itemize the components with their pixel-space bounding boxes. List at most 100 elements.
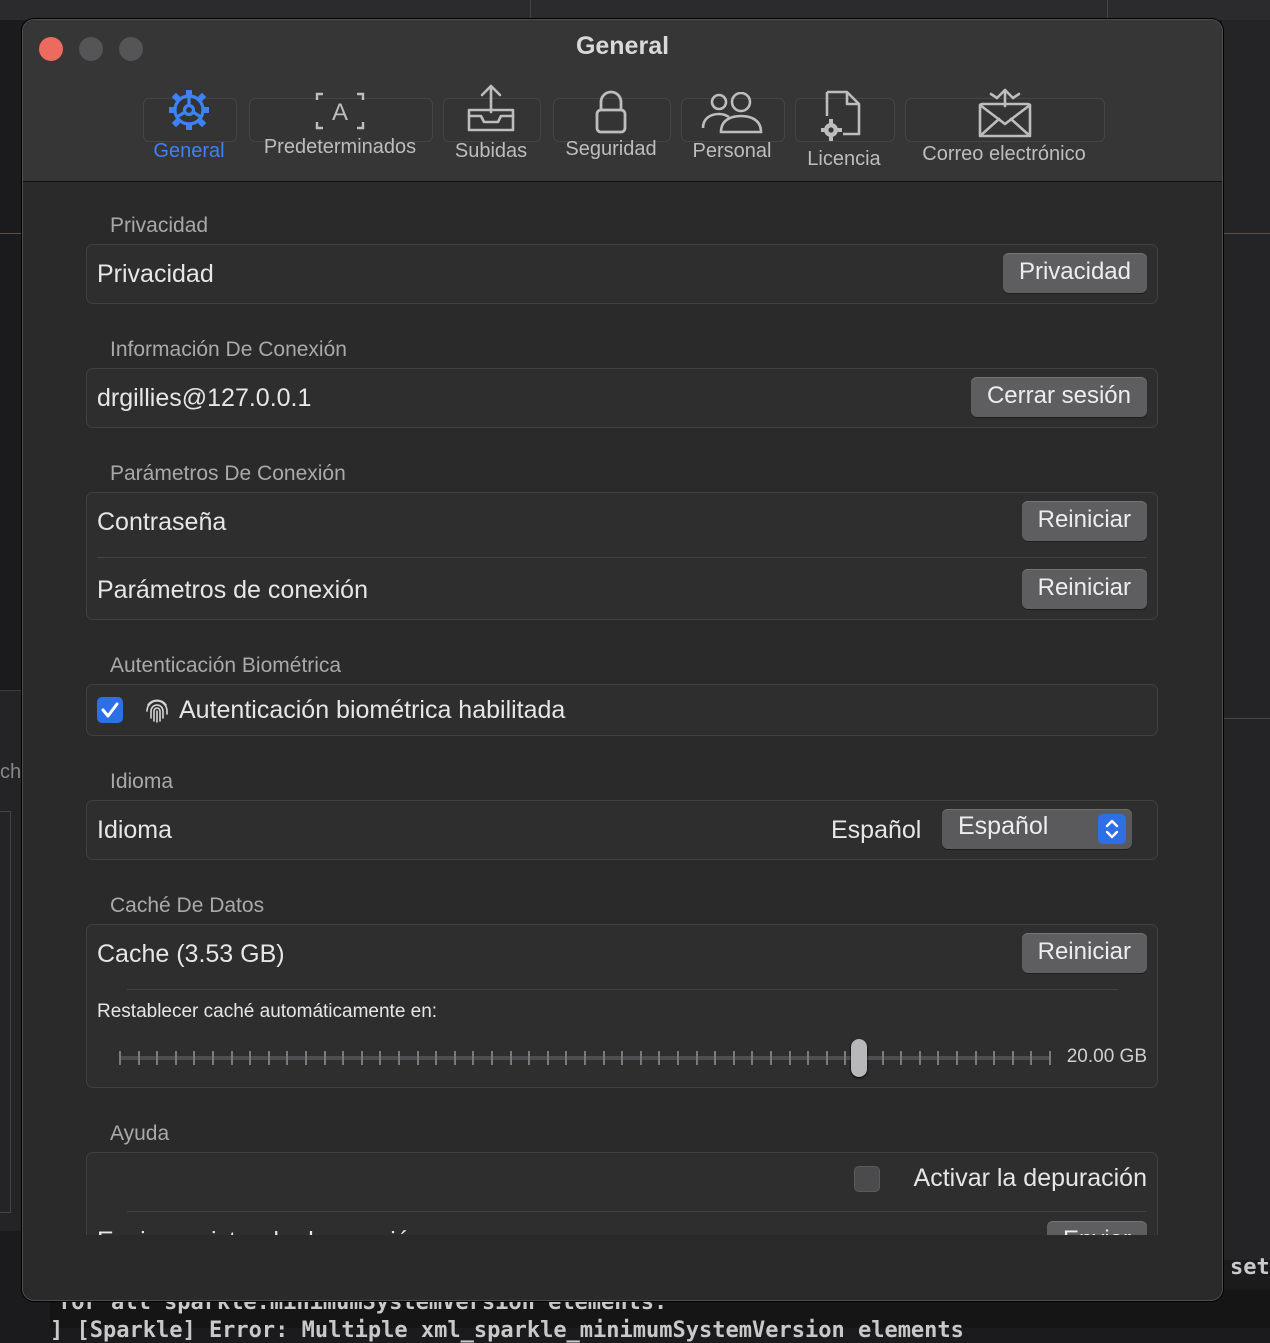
slider-tick xyxy=(1011,1051,1014,1065)
slider-tick xyxy=(174,1051,177,1065)
gear-icon xyxy=(169,90,209,130)
slider-tick xyxy=(621,1051,624,1065)
tab-label: Personal xyxy=(692,140,772,162)
background-window-strip xyxy=(0,0,1270,20)
slider-tick xyxy=(732,1051,735,1065)
slider-tick xyxy=(416,1051,419,1065)
debug-label: Activar la depuración xyxy=(913,1164,1147,1192)
document-gear-icon xyxy=(821,90,861,141)
slider-tick xyxy=(974,1051,977,1065)
preferences-content: Privacidad Privacidad Privacidad Informa… xyxy=(23,182,1222,1235)
background-red-line xyxy=(0,233,22,234)
slider-tick xyxy=(639,1051,642,1065)
slider-tick xyxy=(360,1051,363,1065)
tab-predeterminados[interactable]: A Predeterminados xyxy=(247,80,433,180)
row-divider xyxy=(127,1211,1147,1212)
slider-tick xyxy=(602,1051,605,1065)
section-title-help: Ayuda xyxy=(110,1122,170,1145)
language-current-value: Español xyxy=(831,816,922,844)
tab-label: Licencia xyxy=(807,148,881,170)
section-title-connection-info: Información De Conexión xyxy=(110,338,347,361)
tab-label: Predeterminados xyxy=(263,136,417,158)
reset-cache-button[interactable]: Reiniciar xyxy=(1021,933,1147,973)
language-label: Idioma xyxy=(97,816,173,844)
privacy-button[interactable]: Privacidad xyxy=(1002,253,1147,293)
connection-info-group: drgillies@127.0.0.1 Cerrar sesión xyxy=(86,368,1158,428)
tab-subidas[interactable]: Subidas xyxy=(441,80,541,180)
slider-tick xyxy=(1030,1051,1033,1065)
slider-tick xyxy=(881,1051,884,1065)
upload-tray-icon xyxy=(467,84,515,132)
slider-tick xyxy=(993,1051,996,1065)
account-label: drgillies@127.0.0.1 xyxy=(97,384,312,412)
send-debug-log-button[interactable]: Enviar xyxy=(1046,1221,1147,1235)
slider-tick xyxy=(230,1051,233,1065)
slider-tick xyxy=(491,1051,493,1065)
biometric-checkbox[interactable] xyxy=(97,697,123,723)
background-window-left: ch xyxy=(0,690,22,1231)
slider-tick xyxy=(286,1051,289,1065)
background-red-line xyxy=(1222,233,1270,234)
slider-tick xyxy=(770,1051,772,1065)
help-group: Activar la depuración Enviar registro de… xyxy=(86,1152,1158,1235)
slider-tick xyxy=(453,1051,456,1065)
slider-tick xyxy=(379,1051,382,1065)
slider-tick xyxy=(658,1051,661,1065)
language-select-value: Español xyxy=(958,812,1049,840)
row-divider xyxy=(127,989,1117,990)
svg-text:A: A xyxy=(332,99,348,126)
background-window-right xyxy=(1222,20,1270,1260)
slider-tick xyxy=(714,1051,717,1065)
background-divider xyxy=(1107,0,1108,20)
slider-tick xyxy=(193,1051,196,1065)
slider-tick xyxy=(137,1051,140,1065)
tab-general[interactable]: General xyxy=(141,80,237,180)
lock-icon xyxy=(595,90,627,134)
password-label: Contraseña xyxy=(97,508,227,536)
slider-tick xyxy=(956,1051,958,1065)
section-title-biometric: Autenticación Biométrica xyxy=(110,654,342,677)
reset-connection-params-button[interactable]: Reiniciar xyxy=(1021,569,1147,609)
reset-password-button[interactable]: Reiniciar xyxy=(1021,501,1147,541)
background-divider xyxy=(530,0,531,20)
preferences-window: General General A Predeterminados Subida… xyxy=(22,19,1223,1301)
slider-tick xyxy=(788,1051,791,1065)
slider-tick xyxy=(677,1051,679,1065)
slider-tick xyxy=(937,1051,940,1065)
text-a-icon: A xyxy=(315,92,365,130)
logout-button[interactable]: Cerrar sesión xyxy=(970,377,1147,417)
tab-label: Subidas xyxy=(454,140,528,162)
cache-group: Cache (3.53 GB) Reiniciar Restablecer ca… xyxy=(86,924,1158,1088)
slider-tick xyxy=(546,1051,549,1065)
cache-slider-knob[interactable] xyxy=(851,1039,868,1077)
tab-label: Seguridad xyxy=(565,138,657,160)
slider-tick xyxy=(267,1051,270,1065)
title-bar: General General A Predeterminados Subida… xyxy=(23,20,1222,182)
slider-tick xyxy=(509,1051,512,1065)
tab-correo-electronico[interactable]: Correo electrónico xyxy=(903,80,1105,180)
slider-tick xyxy=(323,1051,326,1065)
send-debug-log-label: Enviar registro de depuración xyxy=(97,1227,424,1235)
tab-licencia[interactable]: Licencia xyxy=(793,80,895,190)
background-divider xyxy=(1222,718,1270,719)
tab-label: General xyxy=(153,140,225,162)
slider-tick xyxy=(844,1051,847,1065)
slider-tick xyxy=(249,1051,252,1065)
language-group: Idioma Español Español xyxy=(86,800,1158,860)
tab-personal[interactable]: Personal xyxy=(679,80,785,180)
language-select[interactable]: Español xyxy=(942,809,1132,849)
slider-tick xyxy=(695,1051,698,1065)
debug-checkbox[interactable] xyxy=(854,1166,880,1192)
terminal-line: set xyxy=(1230,1255,1270,1280)
people-icon xyxy=(701,92,763,134)
section-title-privacy: Privacidad xyxy=(110,214,209,237)
privacy-group: Privacidad Privacidad xyxy=(86,244,1158,304)
slider-tick xyxy=(528,1051,531,1065)
checkmark-icon xyxy=(101,702,119,718)
tab-seguridad[interactable]: Seguridad xyxy=(551,80,671,180)
background-panel xyxy=(0,811,11,1213)
slider-tick xyxy=(119,1051,121,1065)
slider-tick xyxy=(156,1051,159,1065)
slider-tick xyxy=(751,1051,754,1065)
privacy-label: Privacidad xyxy=(97,260,214,288)
